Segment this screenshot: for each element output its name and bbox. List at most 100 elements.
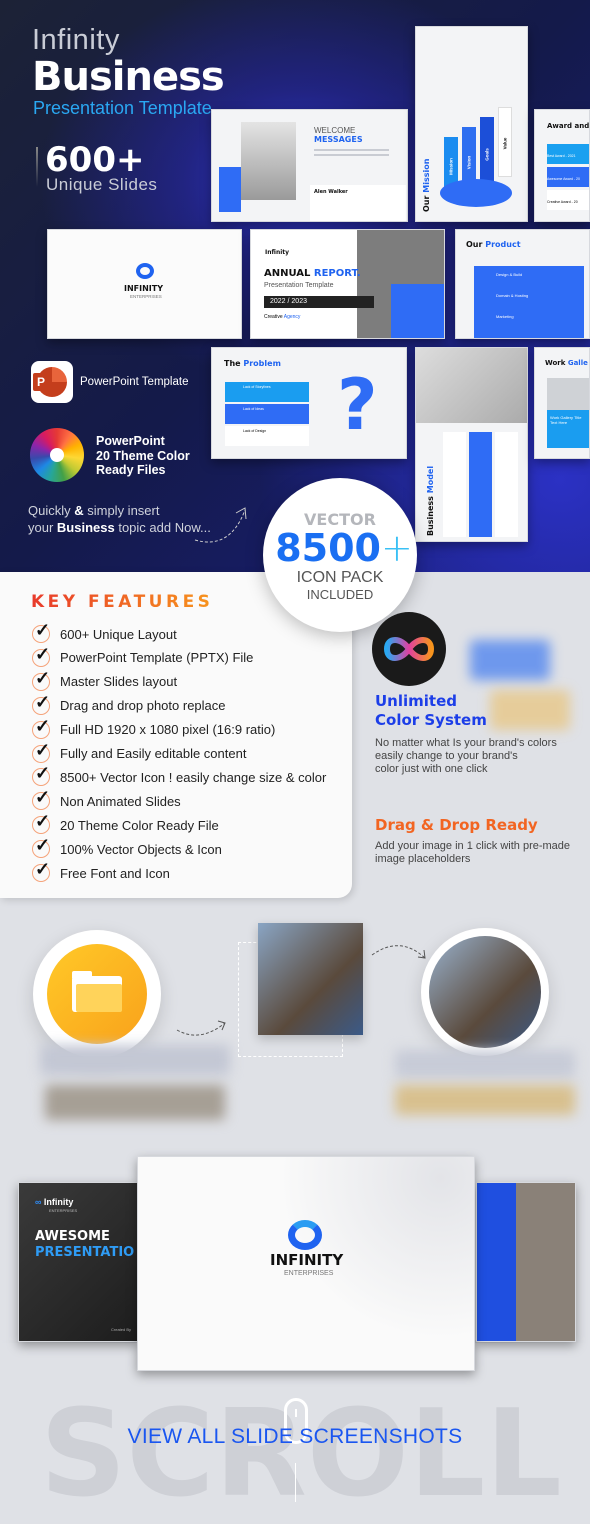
left-created: Created By xyxy=(111,1327,132,1332)
welcome-line2: MESSAGES xyxy=(314,135,363,144)
model-card xyxy=(443,432,466,537)
logo-sub: ENTERPRISES xyxy=(130,294,162,299)
gallery-title-a: Work xyxy=(545,359,566,367)
product-item: Marketing xyxy=(496,314,514,319)
color-system-title-2: Color System xyxy=(375,711,487,729)
infinity-logo-icon xyxy=(288,1220,322,1250)
desc-line: Add your image in 1 click with pre-made xyxy=(375,840,571,852)
round-photo-frame xyxy=(421,928,549,1056)
slide-count: 600+ xyxy=(45,140,145,180)
tagline-text: your xyxy=(28,520,57,535)
welcome-side-bar xyxy=(219,167,241,212)
slide-count-label: Unique Slides xyxy=(46,175,158,194)
checkmark-icon xyxy=(32,763,50,787)
award-item: Awesome Award - 20 xyxy=(547,177,580,181)
theme-label-line: Ready Files xyxy=(96,463,166,477)
tagline-text: Quickly xyxy=(28,503,75,518)
brand-name: Infinity xyxy=(32,24,120,56)
arrow-label: Mission xyxy=(448,158,454,175)
annual-years: 2022 / 2023 xyxy=(264,296,374,308)
checkmark-icon xyxy=(32,859,50,882)
drag-drop-desc: Add your image in 1 click with pre-made … xyxy=(375,840,570,866)
slide-business-model: Business Model xyxy=(415,347,528,542)
dashed-arrow-icon xyxy=(176,1020,226,1036)
arrow-goals: Goals xyxy=(480,117,494,187)
slide-welcome: WELCOME MESSAGES Alen Walker xyxy=(211,109,408,222)
theme-label: PowerPoint 20 Theme Color Ready Files xyxy=(96,434,190,478)
checkmark-icon xyxy=(32,716,50,739)
arrow-label: Value xyxy=(502,137,508,150)
model-card xyxy=(469,432,492,537)
gallery-photo xyxy=(547,378,589,410)
problem-title-b: Problem xyxy=(243,359,281,368)
welcome-line1: WELCOME xyxy=(314,126,356,135)
slide-logo: INFINITY ENTERPRISES xyxy=(47,229,242,339)
annual-title-b: REPORT. xyxy=(313,268,361,279)
dashed-arrow-icon xyxy=(194,507,247,543)
feature-label: Drag and drop photo replace xyxy=(60,698,226,714)
tagline-text: simply insert xyxy=(83,503,160,518)
feature-item: Master Slides layout xyxy=(32,668,177,691)
checkmark-icon xyxy=(32,644,50,667)
cover-name: INFINITY xyxy=(270,1251,344,1269)
theme-label-line: PowerPoint xyxy=(96,434,165,448)
mission-title-b: Mission xyxy=(422,158,431,193)
blurred-decor xyxy=(470,640,550,680)
feature-label: 600+ Unique Layout xyxy=(60,626,177,642)
feature-label: 20 Theme Color Ready File xyxy=(60,817,219,833)
checkmark-icon xyxy=(32,620,50,643)
profile-card: Alen Walker xyxy=(310,185,406,221)
arrow-mission: Mission xyxy=(444,137,458,187)
agency-b: Agency xyxy=(283,314,301,320)
portrait-photo xyxy=(241,122,296,200)
feature-item: Free Font and Icon xyxy=(32,859,170,882)
feature-item: 20 Theme Color Ready File xyxy=(32,811,219,835)
feature-item: 600+ Unique Layout xyxy=(32,620,177,643)
slide-infinity-cover: INFINITY ENTERPRISES xyxy=(137,1156,475,1371)
product-title-a: Our xyxy=(466,240,483,249)
hero-title: Business xyxy=(32,54,225,100)
infinity-logo-icon xyxy=(136,263,154,279)
badge-plus: + xyxy=(380,526,413,570)
slide-product: Our Product Design & Build Domain & Host… xyxy=(455,229,590,339)
building-photo xyxy=(416,348,527,423)
color-wheel-icon xyxy=(30,428,84,482)
feature-label: Full HD 1920 x 1080 pixel (16:9 ratio) xyxy=(60,722,276,738)
desc-line: color just with one click xyxy=(375,763,488,775)
award-item: Creative Award - 20 xyxy=(547,200,578,204)
theme-label-line: 20 Theme Color xyxy=(96,448,190,463)
view-all-screenshots-link[interactable]: VIEW ALL SLIDE SCREENSHOTS xyxy=(0,1425,590,1449)
annual-subtitle: Presentation Template xyxy=(264,282,334,289)
gallery-title-b: Galle xyxy=(567,359,588,367)
logo-name: INFINITY xyxy=(124,284,164,293)
badge-line2: INCLUDED xyxy=(306,587,374,602)
award-item: Best Award - 2021 xyxy=(547,154,576,158)
annual-brand: Infinity xyxy=(265,249,290,256)
badge-number: 8500 xyxy=(275,526,381,570)
feature-label: 8500+ Vector Icon ! easily change size &… xyxy=(60,769,327,785)
feature-label: Fully and Easily editable content xyxy=(60,746,247,761)
feature-item: Drag and drop photo replace xyxy=(32,692,226,715)
dashed-arrow-icon xyxy=(371,945,426,959)
annual-title-a: ANNUAL xyxy=(264,268,311,279)
feature-label: Non Animated Slides xyxy=(60,793,181,809)
body-text-lines xyxy=(314,146,389,159)
product-title-b: Product xyxy=(485,240,521,249)
powerpoint-icon: P xyxy=(31,361,73,403)
award-title: Award and xyxy=(547,122,590,130)
checkmark-icon xyxy=(32,668,50,691)
feature-item: 100% Vector Objects & Icon xyxy=(32,835,222,859)
blurred-decor xyxy=(395,1050,575,1078)
arrow-value: Value xyxy=(498,107,512,177)
bm-title-b: Model xyxy=(426,465,435,494)
arrow-label: Vision xyxy=(466,155,472,170)
color-system-desc: No matter what Is your brand's colors ea… xyxy=(375,737,557,776)
slide-bridge xyxy=(476,1182,576,1342)
blue-block xyxy=(391,284,444,338)
checkmark-icon xyxy=(32,740,50,763)
feature-item: Non Animated Slides xyxy=(32,787,181,811)
slide-problem: The Problem Lack of Storylines Lack of I… xyxy=(211,347,407,459)
slide-award: Award and Best Award - 2021 Awesome Awar… xyxy=(534,109,590,222)
left-brand-sub: ENTERPRISES xyxy=(49,1208,78,1213)
tagline-bold: Business xyxy=(56,520,115,535)
